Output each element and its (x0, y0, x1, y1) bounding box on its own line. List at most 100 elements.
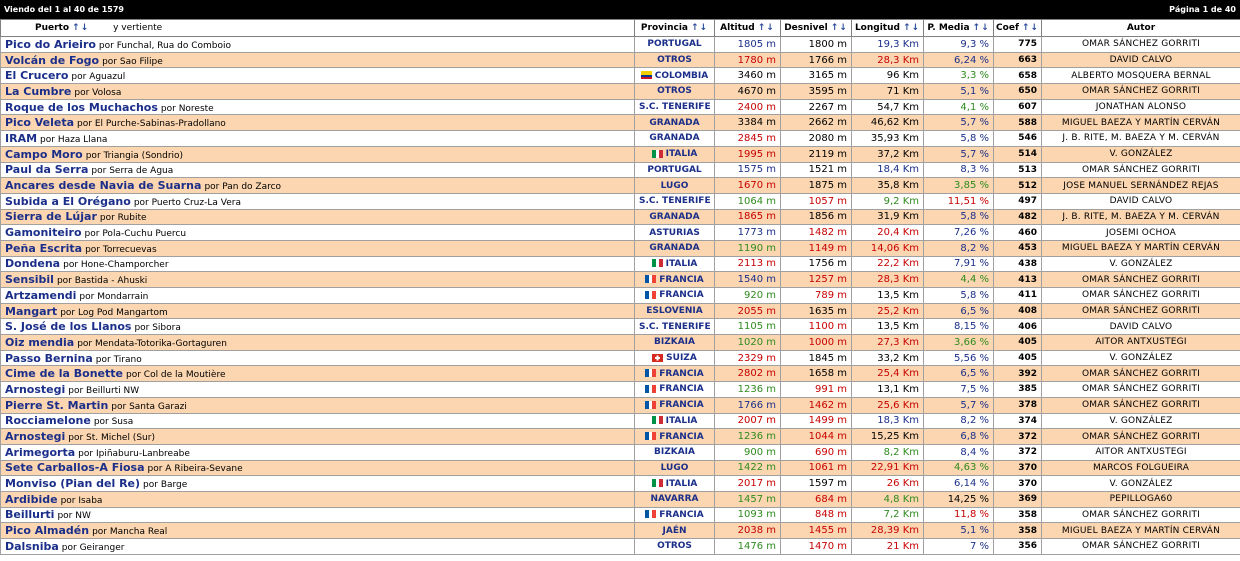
province-link[interactable]: LUGO (661, 181, 689, 191)
climb-name-link[interactable]: Mangart (5, 305, 57, 318)
climb-name-link[interactable]: Pico do Arieiro (5, 38, 96, 51)
province-link[interactable]: BIZKAIA (654, 447, 695, 457)
col-coef[interactable]: Coef ↑↓ (993, 19, 1042, 37)
altitude-value: 3460 m (714, 67, 781, 85)
province-link[interactable]: NAVARRA (650, 494, 698, 504)
province-link[interactable]: PORTUGAL (647, 165, 701, 175)
avg-gradient-value: 5,7 % (923, 396, 994, 414)
sort-arrows-icon[interactable]: ↑↓ (831, 23, 848, 33)
climb-name-link[interactable]: IRAM (5, 132, 37, 145)
climb-name-link[interactable]: Sensibil (5, 273, 54, 286)
province-link[interactable]: GRANADA (649, 212, 699, 222)
avg-gradient-value: 4,1 % (923, 98, 994, 116)
province-link[interactable]: ITALIA (666, 259, 698, 269)
climb-cell: BeillurtiNW (0, 506, 635, 524)
sort-arrows-icon[interactable]: ↑↓ (72, 23, 89, 33)
province-link[interactable]: JAÉN (663, 526, 687, 536)
climb-name-link[interactable]: Cime de la Bonette (5, 367, 123, 380)
climb-name-link[interactable]: Dalsniba (5, 540, 59, 553)
province-link[interactable]: OTROS (657, 55, 692, 65)
province-link[interactable]: FRANCIA (659, 290, 704, 300)
climb-name-link[interactable]: Sierra de Lújar (5, 210, 97, 223)
climb-name-link[interactable]: Volcán de Fogo (5, 54, 99, 67)
altitude-value: 3384 m (714, 114, 781, 132)
province-link[interactable]: OTROS (657, 86, 692, 96)
province-link[interactable]: FRANCIA (659, 510, 704, 520)
climb-name-link[interactable]: Sete Carballos-A Fiosa (5, 461, 145, 474)
sort-arrows-icon[interactable]: ↑↓ (903, 23, 920, 33)
climb-name-link[interactable]: Subida a El Orégano (5, 195, 131, 208)
climb-name-link[interactable]: Pierre St. Martin (5, 399, 108, 412)
length-value: 13,5 Km (851, 318, 924, 336)
climb-name-link[interactable]: Peña Escrita (5, 242, 82, 255)
province-link[interactable]: PORTUGAL (647, 39, 701, 49)
col-puerto[interactable]: Puerto ↑↓ y vertiente (0, 19, 635, 37)
province-link[interactable]: S.C. TENERIFE (639, 102, 711, 112)
climb-name-link[interactable]: Beillurti (5, 508, 54, 521)
province-link[interactable]: GRANADA (649, 118, 699, 128)
province-link[interactable]: COLOMBIA (655, 71, 708, 81)
col-provincia[interactable]: Provincia ↑↓ (634, 19, 715, 37)
climb-cell: Oiz mendiaMendata-Totorika-Gortaguren (0, 334, 635, 351)
climb-name-link[interactable]: Campo Moro (5, 148, 83, 161)
climb-name-link[interactable]: Arnostegi (5, 383, 65, 396)
length-value: 15,25 Km (851, 428, 924, 445)
sort-arrows-icon[interactable]: ↑↓ (973, 23, 990, 33)
climb-name-link[interactable]: Pico Veleta (5, 116, 74, 129)
climb-name-link[interactable]: Passo Bernina (5, 352, 93, 365)
province-link[interactable]: S.C. TENERIFE (639, 196, 711, 206)
climb-name-link[interactable]: Arnostegi (5, 430, 65, 443)
climb-name-link[interactable]: Ardibide (5, 493, 58, 506)
col-vertiente-label: y vertiente (113, 23, 163, 33)
climb-name-link[interactable]: Rocciamelone (5, 414, 91, 427)
province-link[interactable]: S.C. TENERIFE (639, 322, 711, 332)
province-link[interactable]: FRANCIA (659, 275, 704, 285)
col-longitud[interactable]: Longitud ↑↓ (851, 19, 924, 37)
climb-side: Sibora (134, 323, 180, 333)
province-link[interactable]: FRANCIA (659, 400, 704, 410)
col-altitud[interactable]: Altitud ↑↓ (714, 19, 781, 37)
climb-side: Sao Filipe (102, 57, 163, 67)
province-link[interactable]: OTROS (657, 541, 692, 551)
province-link[interactable]: FRANCIA (659, 384, 704, 394)
province-link[interactable]: GRANADA (649, 243, 699, 253)
climb-name-link[interactable]: S. José de los Llanos (5, 320, 131, 333)
climb-name-link[interactable]: Arimegorta (5, 446, 75, 459)
altitude-value: 4670 m (714, 83, 781, 100)
climb-name-link[interactable]: Pico Almadén (5, 524, 89, 537)
province-link[interactable]: ESLOVENIA (646, 306, 702, 316)
col-desnivel[interactable]: Desnivel ↑↓ (780, 19, 852, 37)
col-pmedia[interactable]: P. Media ↑↓ (923, 19, 994, 37)
province-link[interactable]: BIZKAIA (654, 337, 695, 347)
province-cell: LUGO (634, 459, 715, 477)
province-link[interactable]: LUGO (661, 463, 689, 473)
climb-name-link[interactable]: La Cumbre (5, 85, 71, 98)
elevation-gain-value: 3595 m (780, 83, 852, 100)
coef-value: 775 (993, 36, 1042, 53)
province-link[interactable]: ITALIA (666, 416, 698, 426)
table-row: Oiz mendiaMendata-Totorika-Gortaguren BIZ… (0, 334, 1240, 351)
province-link[interactable]: ITALIA (666, 149, 698, 159)
province-link[interactable]: FRANCIA (659, 369, 704, 379)
climb-name-link[interactable]: Dondena (5, 257, 60, 270)
province-link[interactable]: ASTURIAS (649, 228, 700, 238)
coef-value: 370 (993, 459, 1042, 477)
sort-arrows-icon[interactable]: ↑↓ (758, 23, 775, 33)
climb-name-link[interactable]: Ancares desde Navia de Suarna (5, 179, 201, 192)
sort-arrows-icon[interactable]: ↑↓ (1022, 23, 1039, 33)
climb-name-link[interactable]: Paul da Serra (5, 163, 88, 176)
avg-gradient-value: 3,66 % (923, 334, 994, 351)
climb-name-link[interactable]: Gamoniteiro (5, 226, 82, 239)
climb-name-link[interactable]: Monviso (Pian del Re) (5, 477, 140, 490)
province-link[interactable]: FRANCIA (659, 432, 704, 442)
province-link[interactable]: GRANADA (649, 133, 699, 143)
climb-name-link[interactable]: Roque de los Muchachos (5, 101, 158, 114)
elevation-gain-value: 1766 m (780, 51, 852, 69)
province-link[interactable]: ITALIA (666, 479, 698, 489)
province-link[interactable]: SUIZA (666, 353, 697, 363)
climb-name-link[interactable]: Oiz mendia (5, 336, 74, 349)
climb-name-link[interactable]: El Crucero (5, 69, 68, 82)
climb-cell: Campo MoroTriangia (Sondrio) (0, 145, 635, 163)
sort-arrows-icon[interactable]: ↑↓ (691, 23, 708, 33)
climb-name-link[interactable]: Artzamendi (5, 289, 76, 302)
